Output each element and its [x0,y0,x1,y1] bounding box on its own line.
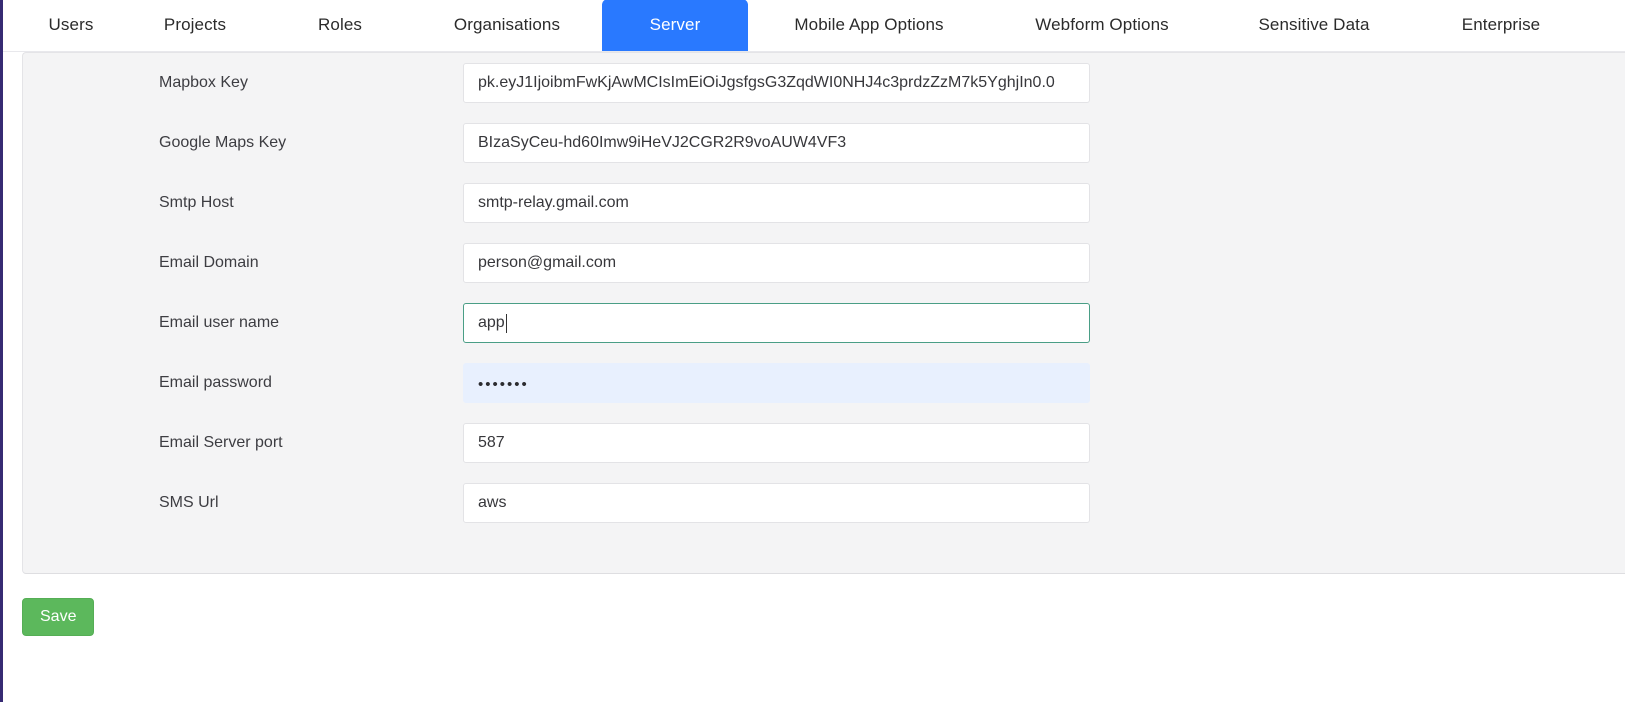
field-value: ••••••• [478,375,529,393]
field-wrapper: BIzaSyCeu-hd60Imw9iHeVJ2CGR2R9voAUW4VF3 [463,123,1090,163]
form-row: SMS Url aws [23,473,1625,533]
text-caret [505,313,507,333]
field-wrapper: aws [463,483,1090,523]
field-label: Mapbox Key [159,74,248,92]
smtp-host-input[interactable]: smtp-relay.gmail.com [463,183,1090,223]
save-button[interactable]: Save [22,598,95,636]
tab-server[interactable]: Server [602,0,748,51]
field-label: Email Server port [159,434,283,452]
field-wrapper: ••••••• [463,363,1090,403]
field-wrapper: smtp-relay.gmail.com [463,183,1090,223]
field-wrapper: app [463,303,1090,343]
field-wrapper: person@gmail.com [463,243,1090,283]
form-row: Email Server port 587 [23,413,1625,473]
field-value: pk.eyJ1IjoibmFwKjAwMCIsImEiOiJgsfgsG3Zqd… [478,74,1055,91]
tab-label: Roles [318,15,362,34]
tab-users[interactable]: Users [9,0,133,51]
form-row: Email password ••••••• [23,353,1625,413]
tab-mobile-app-options[interactable]: Mobile App Options [769,0,969,51]
form-row: Email Domain person@gmail.com [23,233,1625,293]
field-value: 587 [478,434,505,451]
field-value: BIzaSyCeu-hd60Imw9iHeVJ2CGR2R9voAUW4VF3 [478,134,847,151]
page-left-edge-accent [0,0,3,702]
field-value: aws [478,494,507,511]
save-button-row: Save [22,598,95,636]
form-row: Smtp Host smtp-relay.gmail.com [23,173,1625,233]
tab-webform-options[interactable]: Webform Options [1009,0,1195,51]
email-domain-input[interactable]: person@gmail.com [463,243,1090,283]
field-label: Smtp Host [159,194,234,212]
sms-url-input[interactable]: aws [463,483,1090,523]
field-label: Email password [159,374,272,392]
settings-tab-bar: Users Projects Roles Organisations Server Mob… [3,0,1625,52]
tab-roles[interactable]: Roles [278,0,402,51]
field-wrapper: 587 [463,423,1090,463]
form-row: Mapbox Key pk.eyJ1IjoibmFwKjAwMCIsImEiOiJ… [23,53,1625,113]
google-maps-key-input[interactable]: BIzaSyCeu-hd60Imw9iHeVJ2CGR2R9voAUW4VF3 [463,123,1090,163]
tab-label: Users [48,15,94,34]
tab-enterprise[interactable]: Enterprise [1431,0,1571,51]
tab-projects[interactable]: Projects [133,0,257,51]
form-row: Google Maps Key BIzaSyCeu-hd60Imw9iHeVJ2C… [23,113,1625,173]
mapbox-key-input[interactable]: pk.eyJ1IjoibmFwKjAwMCIsImEiOiJgsfgsG3Zqd… [463,63,1090,103]
form-row: Email user name app [23,293,1625,353]
email-user-name-input[interactable]: app [463,303,1090,343]
server-settings-form: Mapbox Key pk.eyJ1IjoibmFwKjAwMCIsImEiOiJ… [23,53,1625,533]
field-value: app [478,314,505,331]
field-value: person@gmail.com [478,254,617,271]
field-label: SMS Url [159,494,219,512]
tab-label: Enterprise [1461,15,1541,34]
tab-label: Projects [163,15,227,34]
field-wrapper: pk.eyJ1IjoibmFwKjAwMCIsImEiOiJgsfgsG3Zqd… [463,63,1090,103]
field-value: smtp-relay.gmail.com [478,194,629,211]
tab-sensitive-data[interactable]: Sensitive Data [1232,0,1396,51]
tab-label: Sensitive Data [1258,15,1370,34]
field-label: Email user name [159,314,280,332]
server-settings-card: Mapbox Key pk.eyJ1IjoibmFwKjAwMCIsImEiOiJ… [22,52,1625,574]
email-server-port-input[interactable]: 587 [463,423,1090,463]
tab-label: Webform Options [1035,15,1169,34]
field-label: Email Domain [159,254,259,272]
tab-label: Mobile App Options [794,15,944,34]
tab-organisations[interactable]: Organisations [423,0,591,51]
email-password-input[interactable]: ••••••• [463,363,1090,403]
server-settings-page: Users Projects Roles Organisations Server Mob… [0,0,1625,702]
tab-label: Organisations [453,15,561,34]
tab-label: Server [649,15,701,34]
field-label: Google Maps Key [159,134,287,152]
